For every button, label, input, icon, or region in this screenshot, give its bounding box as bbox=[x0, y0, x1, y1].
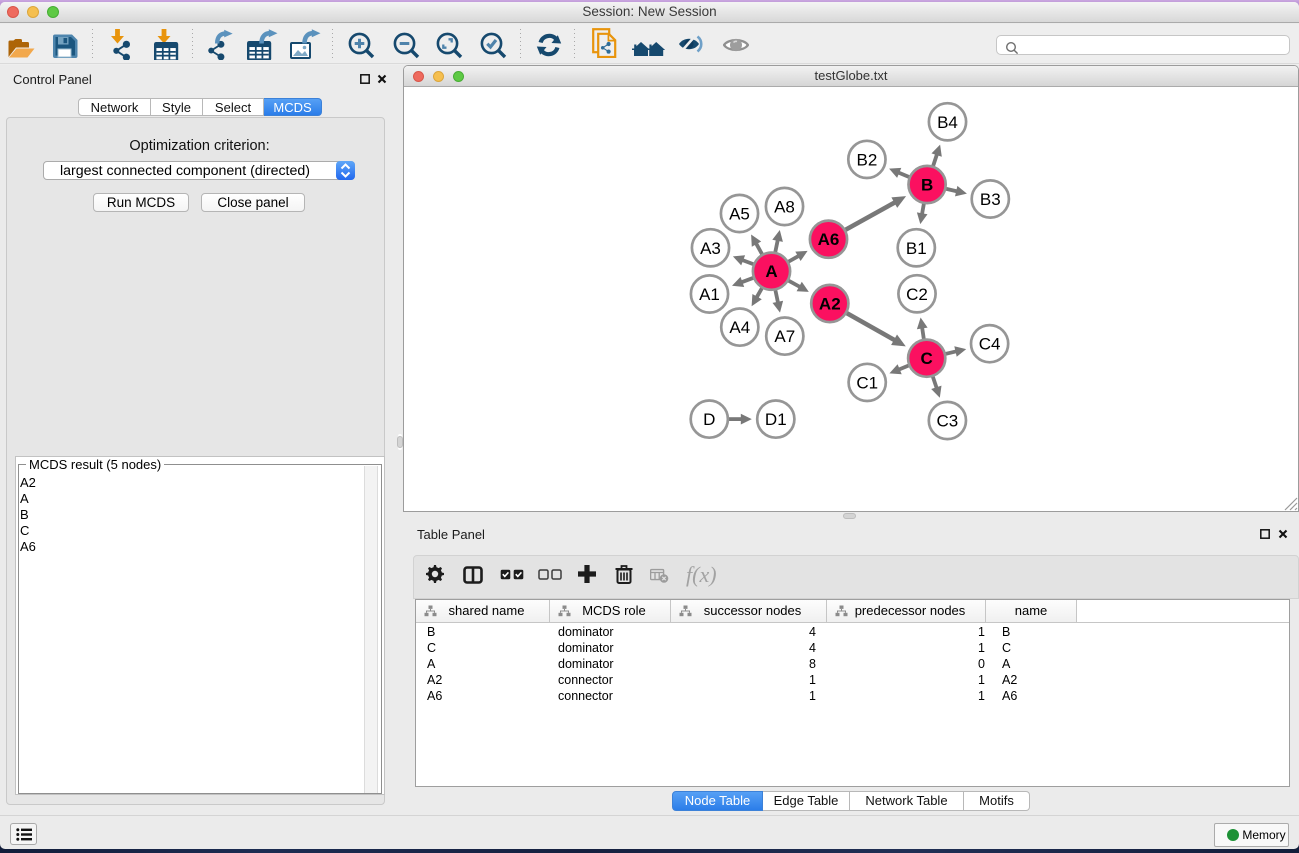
svg-text:B1: B1 bbox=[906, 239, 927, 258]
svg-text:A5: A5 bbox=[729, 205, 750, 224]
svg-text:A4: A4 bbox=[729, 318, 750, 337]
svg-text:C: C bbox=[921, 349, 933, 368]
svg-text:A3: A3 bbox=[700, 239, 721, 258]
svg-text:A6: A6 bbox=[818, 230, 840, 249]
svg-text:B3: B3 bbox=[980, 190, 1001, 209]
svg-text:D: D bbox=[703, 410, 715, 429]
svg-text:C1: C1 bbox=[856, 373, 878, 392]
svg-text:A: A bbox=[765, 262, 777, 281]
svg-text:C3: C3 bbox=[937, 412, 959, 431]
svg-text:A7: A7 bbox=[774, 327, 795, 346]
svg-text:B: B bbox=[921, 176, 933, 195]
svg-text:A2: A2 bbox=[819, 295, 841, 314]
svg-text:A8: A8 bbox=[774, 198, 795, 217]
svg-text:B4: B4 bbox=[937, 113, 958, 132]
svg-text:A1: A1 bbox=[699, 285, 720, 304]
svg-text:C4: C4 bbox=[979, 335, 1001, 354]
svg-text:D1: D1 bbox=[765, 410, 787, 429]
svg-text:C2: C2 bbox=[906, 285, 928, 304]
svg-text:B2: B2 bbox=[857, 150, 878, 169]
